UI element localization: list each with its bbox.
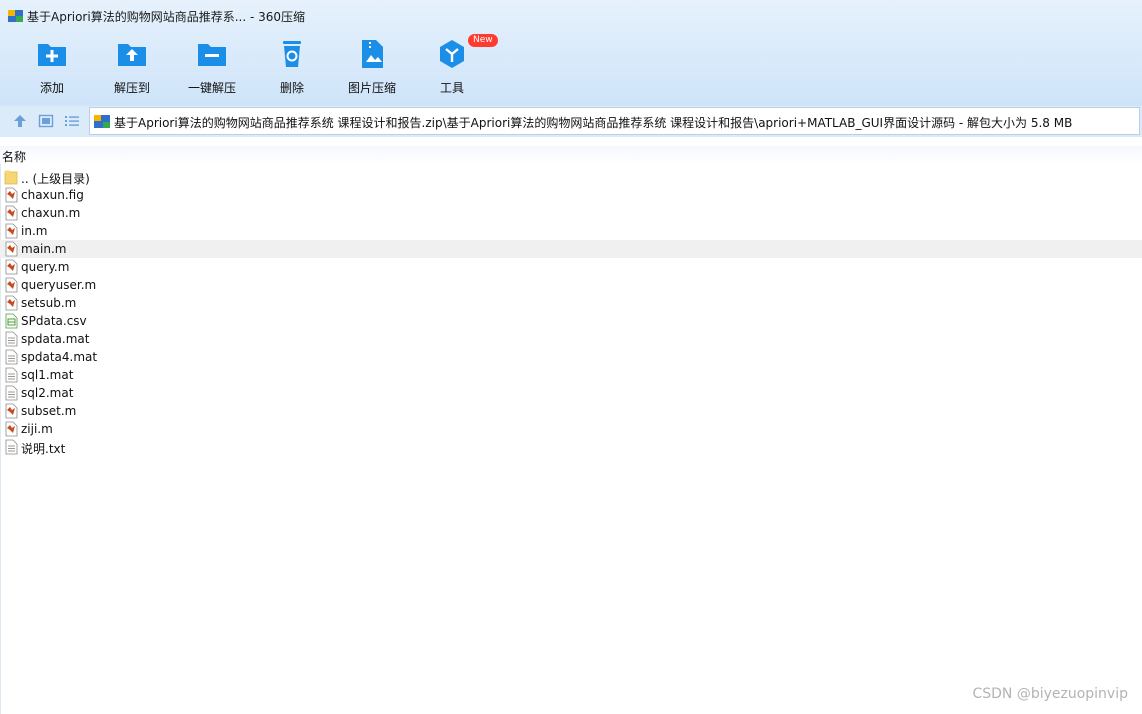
file-name: subset.m [21,404,77,418]
image-compress-icon [362,40,383,68]
list-item[interactable]: chaxun.m [0,204,1142,222]
delete-button[interactable]: 删除 [252,38,332,98]
file-name: spdata.mat [21,332,90,346]
zip-archive-icon [94,115,110,128]
file-name: spdata4.mat [21,350,98,364]
file-name: query.m [21,260,70,274]
image-compress-button[interactable]: 图片压缩 [332,38,412,98]
list-item[interactable]: setsub.m [0,294,1142,312]
document-file-icon [5,385,18,401]
document-file-icon [5,367,18,383]
file-name: chaxun.m [21,206,81,220]
extract-to-button[interactable]: 解压到 [92,38,172,98]
tools-label: 工具 [439,81,464,95]
matlab-file-icon [5,205,18,221]
tools-button[interactable]: New 工具 [412,34,498,98]
file-name: main.m [21,242,67,256]
archive-app-icon [8,10,23,22]
thumbnail-view-icon[interactable] [38,113,54,129]
list-item[interactable]: in.m [0,222,1142,240]
list-item[interactable]: SPdata.csv [0,312,1142,330]
document-file-icon [5,439,18,455]
address-bar[interactable]: 基于Apriori算法的购物网站商品推荐系统 课程设计和报告.zip\基于Apr… [89,107,1140,135]
one-click-extract-label: 一键解压 [187,81,236,95]
address-row: 基于Apriori算法的购物网站商品推荐系统 课程设计和报告.zip\基于Apr… [0,106,1142,137]
file-name: 说明.txt [21,442,66,456]
toolbar: 添加 解压到 一键解压 删除 图片压缩 New 工具 [0,34,1142,100]
file-name: in.m [21,224,48,238]
column-name-label: 名称 [2,150,27,164]
file-name: queryuser.m [21,278,97,292]
matlab-file-icon [5,259,18,275]
matlab-file-icon [5,187,18,203]
add-label: 添加 [39,81,64,95]
add-button[interactable]: 添加 [12,38,92,98]
list-item[interactable]: sql1.mat [0,366,1142,384]
window-title: 基于Apriori算法的购物网站商品推荐系... - 360压缩 [27,10,306,24]
list-item[interactable]: 说明.txt [0,438,1142,456]
new-badge: New [468,34,498,47]
list-item[interactable]: chaxun.fig [0,186,1142,204]
one-click-extract-button[interactable]: 一键解压 [172,38,252,98]
list-item[interactable]: spdata.mat [0,330,1142,348]
address-path: 基于Apriori算法的购物网站商品推荐系统 课程设计和报告.zip\基于Apr… [114,116,1073,130]
extract-to-label: 解压到 [113,81,150,95]
title-bar: 基于Apriori算法的购物网站商品推荐系... - 360压缩 [0,0,1142,32]
file-name: chaxun.fig [21,188,84,202]
add-folder-icon [38,44,66,66]
file-name: setsub.m [21,296,77,310]
list-item[interactable]: main.m [0,240,1142,258]
column-header-name[interactable]: 名称 [0,146,1142,164]
tools-icon [440,40,464,68]
matlab-file-icon [5,403,18,419]
document-file-icon [5,331,18,347]
up-arrow-icon[interactable] [12,113,28,129]
matlab-file-icon [5,223,18,239]
watermark: CSDN @biyezuopinvip [972,686,1128,702]
list-item[interactable]: .. (上级目录) [0,168,1142,186]
file-name: sql1.mat [21,368,74,382]
matlab-file-icon [5,295,18,311]
matlab-file-icon [5,241,18,257]
list-item[interactable]: queryuser.m [0,276,1142,294]
document-file-icon [5,349,18,365]
file-name: SPdata.csv [21,314,87,328]
csv-file-icon [5,313,18,329]
list-item[interactable]: sql2.mat [0,384,1142,402]
app-window: 基于Apriori算法的购物网站商品推荐系... - 360压缩 添加 解压到 [0,0,1142,714]
image-compress-label: 图片压缩 [347,81,396,95]
one-click-extract-icon [198,44,226,66]
delete-label: 删除 [279,81,304,95]
matlab-file-icon [5,421,18,437]
file-name: ziji.m [21,422,53,436]
list-view-icon[interactable] [64,113,80,129]
recycle-bin-icon [283,41,301,67]
list-item[interactable]: ziji.m [0,420,1142,438]
window-chrome: 基于Apriori算法的购物网站商品推荐系... - 360压缩 添加 解压到 [0,0,1142,106]
list-item[interactable]: spdata4.mat [0,348,1142,366]
list-item[interactable]: query.m [0,258,1142,276]
folder-icon [4,170,18,185]
list-item[interactable]: subset.m [0,402,1142,420]
matlab-file-icon [5,277,18,293]
file-name: sql2.mat [21,386,74,400]
extract-to-icon [118,44,146,66]
file-name: .. (上级目录) [21,172,90,186]
